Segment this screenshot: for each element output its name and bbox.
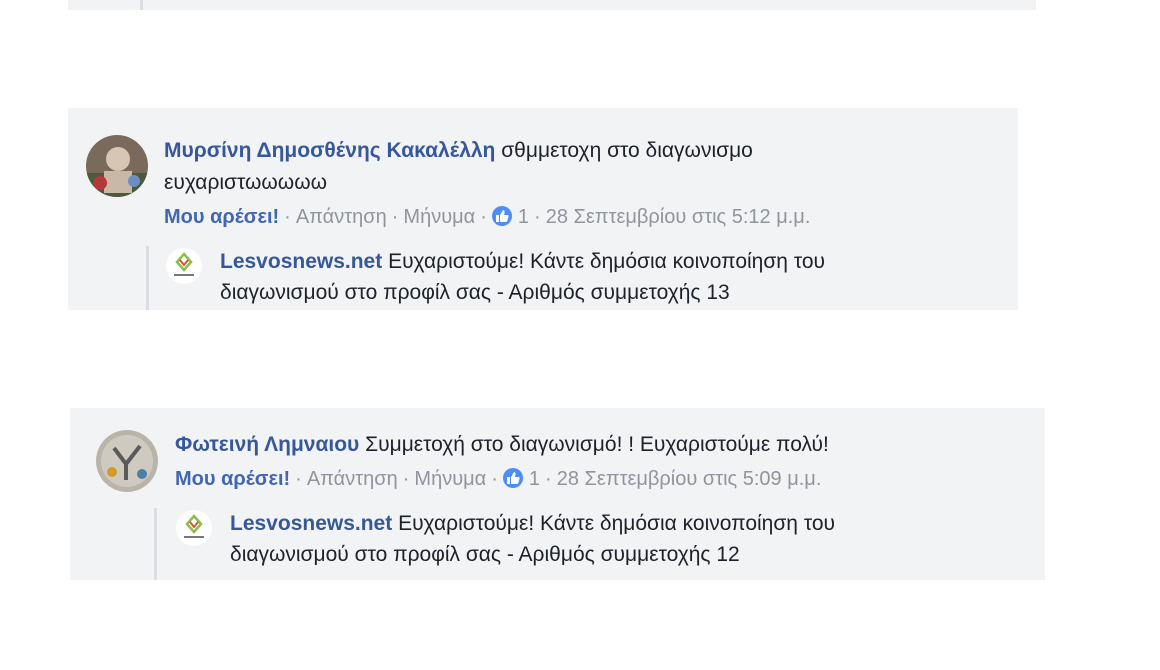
thumbs-up-icon[interactable]	[502, 468, 523, 488]
message-link[interactable]: Μήνυμα	[414, 468, 486, 490]
reply-body: Lesvosnews.net Ευχαριστούμε! Κάντε δημόσ…	[230, 511, 835, 537]
reply-thread-line	[154, 508, 157, 580]
comment-body: Μυρσίνη Δημοσθένης Κακαλέλλη σθμμετοχη σ…	[164, 138, 753, 164]
comment-actions: Μου αρέσει! · Απάντηση · Μήνυμα · 1 · 28 Σεπτεμβ…	[175, 468, 822, 490]
comment-panel: Μυρσίνη Δημοσθένης Κακαλέλλη σθμμετοχη σ…	[68, 108, 1018, 310]
timestamp[interactable]: 28 Σεπτεμβρίου στις 5:12 μ.μ.	[546, 206, 811, 228]
reply-author[interactable]: Lesvosnews.net	[220, 250, 382, 273]
reply-thread-line	[146, 246, 149, 310]
like-link[interactable]: Μου αρέσει!	[175, 468, 290, 490]
comment-actions: Μου αρέσει! · Απάντηση · Μήνυμα · 1 · 28 Σεπτεμβ…	[164, 206, 811, 228]
message-link[interactable]: Μήνυμα	[403, 206, 475, 228]
reply-link[interactable]: Απάντηση	[307, 468, 398, 490]
reply-text-line2: διαγωνισμού στο προφίλ σας - Αριθμός συμ…	[230, 543, 740, 566]
like-link[interactable]: Μου αρέσει!	[164, 206, 279, 228]
comment-text: Συμμετοχή στο διαγωνισμό! ! Ευχαριστούμε…	[359, 433, 829, 456]
like-count[interactable]: 1	[518, 206, 529, 228]
avatar[interactable]	[86, 135, 148, 197]
reply-body: Lesvosnews.net Ευχαριστούμε! Κάντε δημόσ…	[220, 249, 825, 275]
comment-panel: Φωτεινή Λημναιου Συμμετοχή στο διαγωνισμ…	[70, 408, 1045, 580]
reply-link[interactable]: Απάντηση	[296, 206, 387, 228]
comment-author[interactable]: Φωτεινή Λημναιου	[175, 433, 359, 456]
comment-author[interactable]: Μυρσίνη Δημοσθένης Κακαλέλλη	[164, 139, 495, 162]
reply-text: Ευχαριστούμε! Κάντε δημόσια κοινοποίηση …	[382, 250, 825, 273]
timestamp[interactable]: 28 Σεπτεμβρίου στις 5:09 μ.μ.	[557, 468, 822, 490]
like-count[interactable]: 1	[529, 468, 540, 490]
reply-thread-line	[140, 0, 143, 10]
comment-text: σθμμετοχη στο διαγωνισμο	[495, 139, 753, 162]
avatar[interactable]	[96, 430, 158, 492]
lesvosnews-logo[interactable]	[166, 248, 202, 284]
comment-body: Φωτεινή Λημναιου Συμμετοχή στο διαγωνισμ…	[175, 432, 829, 458]
previous-comment-panel	[68, 0, 1036, 10]
lesvosnews-logo[interactable]	[176, 510, 212, 546]
reply-author[interactable]: Lesvosnews.net	[230, 512, 392, 535]
thumbs-up-icon[interactable]	[491, 206, 512, 226]
reply-text: Ευχαριστούμε! Κάντε δημόσια κοινοποίηση …	[392, 512, 835, 535]
comment-text-line2: ευχαριστωωωωω	[164, 171, 327, 194]
reply-text-line2: διαγωνισμού στο προφίλ σας - Αριθμός συμ…	[220, 281, 730, 304]
